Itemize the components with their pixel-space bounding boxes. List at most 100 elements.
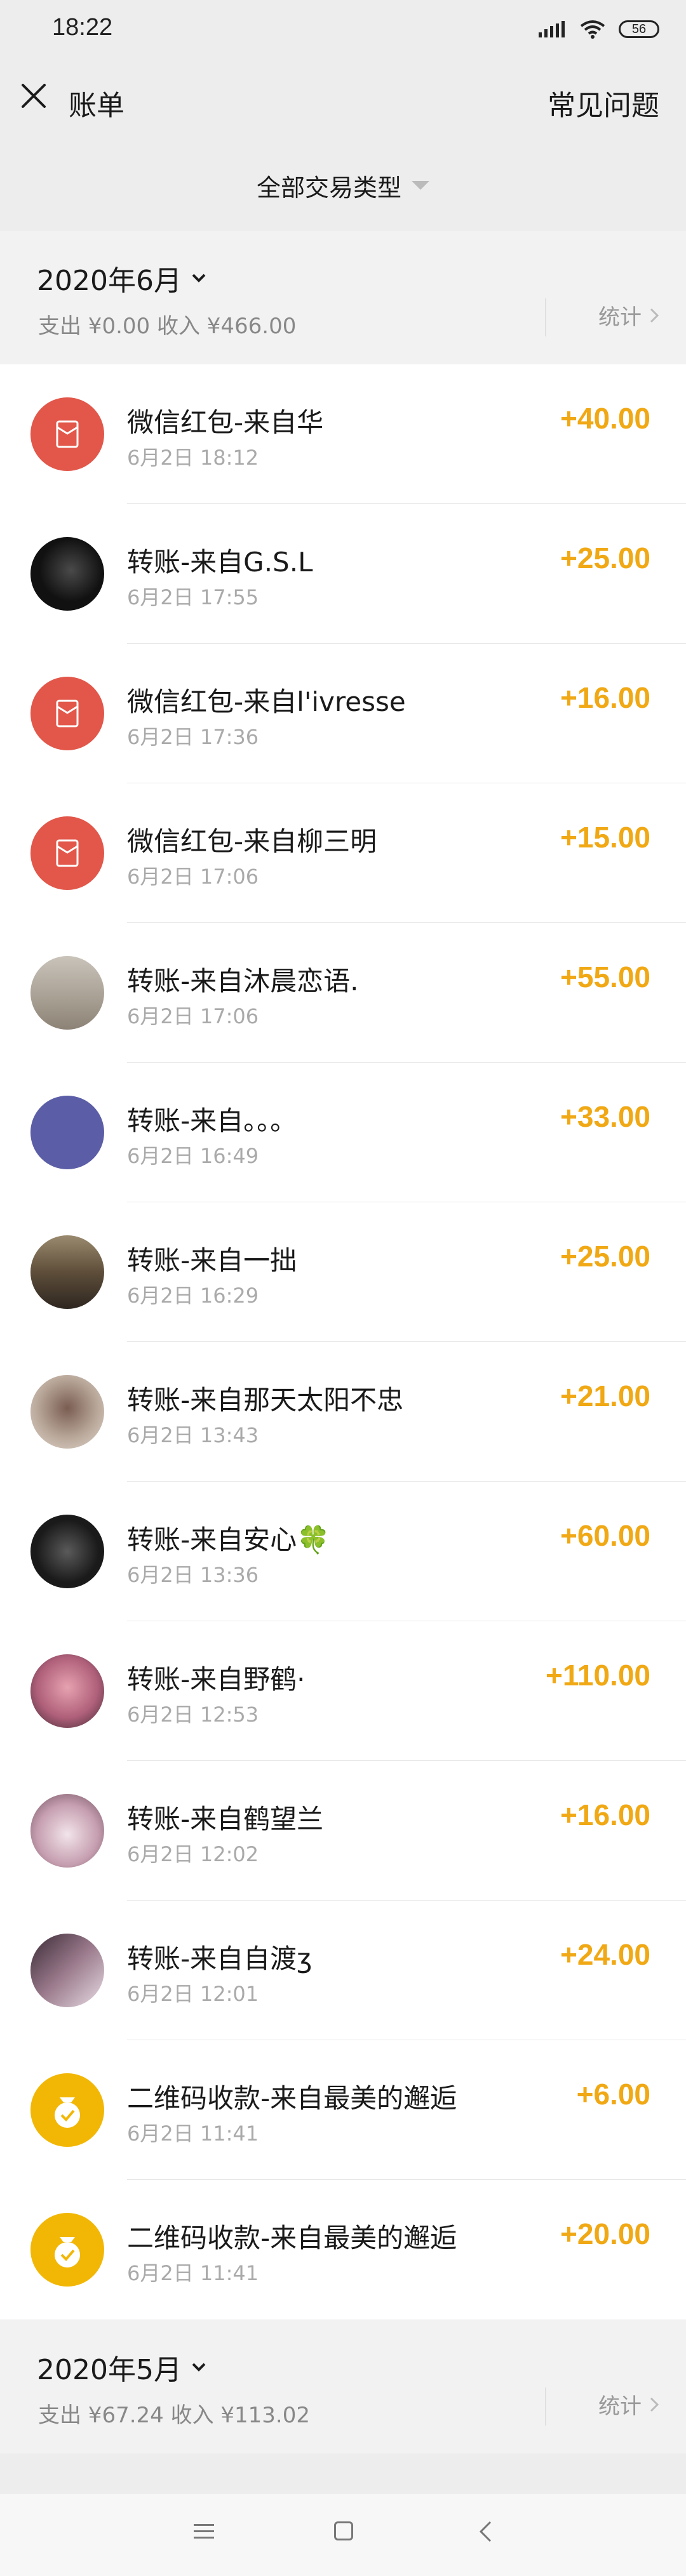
close-icon[interactable] [19,81,48,110]
chevron-right-icon [650,2397,659,2412]
transaction-title: 微信红包-来自柳三明 [127,826,377,857]
transaction-time: 6月2日 12:02 [127,1842,259,1866]
transaction-row[interactable]: 微信红包-来自柳三明 6月2日 17:06 +15.00 [0,783,686,923]
month-label: 2020年5月 [37,2354,182,2386]
transaction-amount: +6.00 [576,2078,650,2111]
stats-button[interactable]: 统计 [598,300,661,331]
red-packet-icon [30,816,104,890]
transaction-time: 6月2日 16:49 [127,1144,259,1168]
transaction-amount: +55.00 [560,960,650,993]
transaction-amount: +20.00 [560,2217,650,2250]
transaction-title: 转账-来自一拙 [127,1245,297,1276]
status-bar: 18:22 56 [0,0,686,57]
transaction-row[interactable]: 微信红包-来自华 6月2日 18:12 +40.00 [0,364,686,504]
transaction-amount: +16.00 [560,1798,650,1831]
money-bag-icon [30,2213,104,2287]
avatar [30,537,104,611]
status-time: 18:22 [52,14,113,41]
battery-icon: 56 [619,20,659,38]
transaction-title: 转账-来自那天太阳不忠 [127,1384,404,1416]
transaction-time: 6月2日 11:41 [127,2261,259,2285]
transaction-title: 微信红包-来自华 [127,407,324,438]
transaction-row[interactable]: 转账-来自一拙 6月2日 16:29 +25.00 [0,1202,686,1342]
month-header: 2020年5月 支出 ¥67.24 收入 ¥113.02 统计 [0,2320,686,2453]
system-nav-bar [0,2493,686,2576]
transaction-title: 二维码收款-来自最美的邂逅 [127,2222,457,2254]
avatar [30,1096,104,1169]
transaction-amount: +21.00 [560,1379,650,1412]
divider [545,298,546,336]
wifi-icon [580,20,605,39]
transaction-row[interactable]: 转账-来自。。。 6月2日 16:49 +33.00 [0,1063,686,1202]
transaction-amount: +15.00 [560,821,650,854]
transaction-time: 6月2日 16:29 [127,1284,259,1308]
month-summary: 支出 ¥0.00 收入 ¥466.00 [38,314,297,339]
transaction-row[interactable]: 转账-来自沐晨恋语. 6月2日 17:06 +55.00 [0,923,686,1063]
avatar [30,1654,104,1728]
money-bag-icon [30,2073,104,2147]
transaction-amount: +40.00 [560,402,650,435]
red-packet-icon [30,677,104,750]
nav-bar: 账单 常见问题 [0,57,686,140]
transaction-amount: +16.00 [560,681,650,714]
transaction-row[interactable]: 微信红包-来自l'ivresse 6月2日 17:36 +16.00 [0,644,686,783]
stats-button[interactable]: 统计 [598,2389,661,2420]
transaction-time: 6月2日 12:53 [127,1703,259,1727]
menu-icon[interactable] [192,2523,215,2540]
month-selector[interactable]: 2020年6月 [37,258,207,298]
avatar [30,956,104,1030]
transaction-row[interactable]: 转账-来自自渡ʒ 6月2日 12:01 +24.00 [0,1901,686,2040]
avatar [30,1934,104,2007]
battery-level: 56 [631,22,647,36]
faq-link[interactable]: 常见问题 [548,83,659,123]
transaction-time: 6月2日 17:06 [127,865,259,889]
transaction-amount: +25.00 [560,541,650,574]
caret-down-icon [412,181,429,190]
red-packet-icon [30,397,104,471]
transaction-amount: +33.00 [560,1100,650,1133]
month-selector[interactable]: 2020年5月 [37,2347,207,2387]
transaction-time: 6月2日 17:55 [127,585,259,609]
transaction-row[interactable]: 转账-来自那天太阳不忠 6月2日 13:43 +21.00 [0,1342,686,1482]
back-icon[interactable] [478,2520,493,2543]
transaction-amount: +25.00 [560,1240,650,1273]
transaction-time: 6月2日 17:36 [127,725,259,749]
transaction-row[interactable]: 转账-来自鹤望兰 6月2日 12:02 +16.00 [0,1761,686,1901]
transaction-row[interactable]: 转账-来自野鹤· 6月2日 12:53 +110.00 [0,1621,686,1761]
avatar [30,1794,104,1868]
transaction-row[interactable]: 二维码收款-来自最美的邂逅 6月2日 11:41 +20.00 [0,2180,686,2320]
stats-label: 统计 [598,2394,642,2419]
transaction-time: 6月2日 12:01 [127,1982,259,2006]
transaction-title: 微信红包-来自l'ivresse [127,686,406,717]
transaction-time: 6月2日 11:41 [127,2121,259,2146]
transaction-row[interactable]: 转账-来自G.S.L 6月2日 17:55 +25.00 [0,504,686,644]
transaction-amount: +60.00 [560,1519,650,1552]
chevron-down-icon [192,2363,206,2372]
transaction-amount: +24.00 [560,1938,650,1971]
filter-label: 全部交易类型 [256,173,401,202]
transaction-time: 6月2日 17:06 [127,1004,259,1028]
transaction-title: 转账-来自G.S.L [127,547,313,578]
transaction-title: 二维码收款-来自最美的邂逅 [127,2083,457,2114]
avatar [30,1235,104,1309]
home-icon[interactable] [334,2521,353,2540]
avatar [30,1515,104,1588]
transaction-title: 转账-来自沐晨恋语. [127,966,359,997]
avatar [30,1375,104,1449]
transaction-amount: +110.00 [545,1659,650,1692]
signal-icon [539,21,565,37]
transaction-title: 转账-来自安心🍀 [127,1524,330,1555]
month-header: 2020年6月 支出 ¥0.00 收入 ¥466.00 统计 [0,231,686,364]
month-summary: 支出 ¥67.24 收入 ¥113.02 [38,2403,310,2428]
transaction-time: 6月2日 18:12 [127,446,259,470]
transaction-row[interactable]: 转账-来自安心🍀 6月2日 13:36 +60.00 [0,1482,686,1621]
transaction-type-filter[interactable]: 全部交易类型 [0,141,686,230]
stats-label: 统计 [598,305,642,330]
transaction-row[interactable]: 二维码收款-来自最美的邂逅 6月2日 11:41 +6.00 [0,2040,686,2180]
transaction-title: 转账-来自。。。 [127,1105,297,1136]
month-label: 2020年6月 [37,265,182,297]
transaction-time: 6月2日 13:43 [127,1423,259,1447]
chevron-down-icon [192,274,206,282]
transaction-title: 转账-来自野鹤· [127,1664,306,1695]
transaction-title: 转账-来自自渡ʒ [127,1943,313,1974]
